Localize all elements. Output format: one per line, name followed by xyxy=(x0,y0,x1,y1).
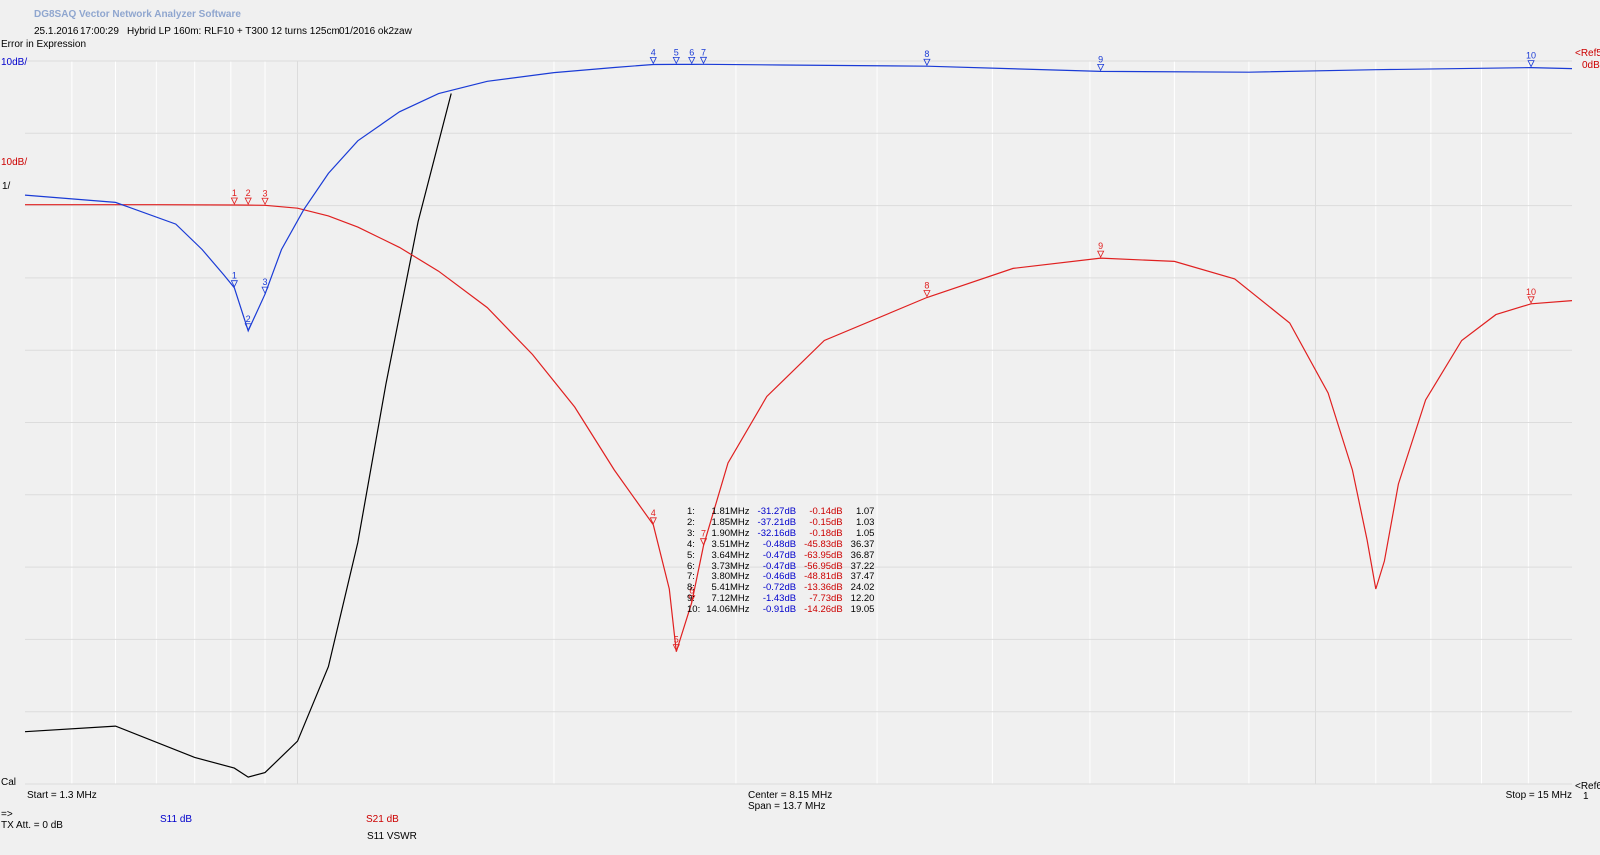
s21-scale-label: 10dB/ xyxy=(1,157,28,168)
start-frequency: Start = 1.3 MHz xyxy=(27,790,97,801)
marker-number-label: 1 xyxy=(232,271,237,281)
marker-s21-triangle xyxy=(244,197,252,205)
marker-s11-cell: -0.91dB xyxy=(762,604,797,616)
marker-idx-cell: 10: xyxy=(687,604,701,616)
marker-s11-triangle xyxy=(923,58,931,67)
marker-s11-triangle xyxy=(649,57,657,65)
marker-number-label: 1 xyxy=(232,188,237,198)
marker-number-label: 6 xyxy=(689,47,694,57)
marker-number-label: 8 xyxy=(924,281,929,291)
center-frequency: Center = 8.15 MHz xyxy=(748,790,833,801)
marker-s11-triangle xyxy=(699,56,708,65)
marker-table: 1: 1.81MHz -31.27dB -0.14dB 1.07 2: 1.85MHz -37… xyxy=(683,506,878,616)
marker-vswr-cell: 36.87 xyxy=(850,549,875,561)
legend-s21-db[interactable]: S21 dB xyxy=(366,814,399,825)
marker-number-label: 4 xyxy=(651,47,656,57)
chart-plot[interactable]: 1122334455667788991010 xyxy=(0,0,1600,855)
marker-number-label: 9 xyxy=(1098,241,1103,251)
vswr-scale-label: 1/ xyxy=(2,181,11,192)
marker-idx-cell: 4: xyxy=(687,538,695,550)
legend-s11-db[interactable]: S11 dB xyxy=(160,814,192,825)
marker-s21-cell: -45.83dB xyxy=(804,538,843,550)
marker-s11-cell: -0.48dB xyxy=(762,538,797,550)
span-frequency: Span = 13.7 MHz xyxy=(748,801,826,812)
marker-number-label: 10 xyxy=(1526,51,1536,61)
tx-attenuation: TX Att. = 0 dB xyxy=(1,820,63,831)
marker-vswr-cell: 36.37 xyxy=(850,538,875,550)
marker-freq-cell: 3.64MHz xyxy=(711,549,750,561)
arrow-indicator: => xyxy=(1,809,13,820)
marker-row: 10: 14.06MHz -0.91dB -14.26dB 19.05 xyxy=(683,604,878,616)
marker-number-label: 5 xyxy=(674,635,679,645)
s11-scale-label: 10dB/ xyxy=(1,57,28,68)
ref6-value: 1 xyxy=(1583,791,1589,802)
marker-number-label: 5 xyxy=(674,47,679,57)
marker-number-label: 9 xyxy=(1098,54,1103,64)
marker-idx-cell: 5: xyxy=(687,549,695,561)
marker-s11-triangle xyxy=(1097,63,1105,72)
marker-s11-triangle xyxy=(688,57,696,65)
marker-number-label: 3 xyxy=(263,188,268,198)
marker-number-label: 4 xyxy=(651,508,656,518)
marker-s11-triangle xyxy=(672,57,680,65)
marker-number-label: 3 xyxy=(263,277,268,287)
cal-label: Cal xyxy=(1,777,17,788)
marker-s21-triangle xyxy=(1527,296,1535,304)
stop-frequency: Stop = 15 MHz xyxy=(1505,790,1572,801)
marker-row: 4: 3.51MHz -0.48dB -45.83dB 36.37 xyxy=(683,538,878,551)
marker-freq-cell: 14.06MHz xyxy=(706,604,750,616)
marker-number-label: 2 xyxy=(246,314,251,324)
marker-number-label: 2 xyxy=(246,188,251,198)
marker-s11-cell: -0.47dB xyxy=(762,549,797,561)
marker-number-label: 10 xyxy=(1526,287,1536,297)
ref5-label: <Ref5 xyxy=(1575,48,1600,59)
trace-s11-vswr xyxy=(24,93,452,778)
marker-number-label: 8 xyxy=(924,49,929,59)
marker-s21-triangle xyxy=(230,197,238,205)
marker-s21-triangle xyxy=(923,290,931,298)
marker-freq-cell: 3.51MHz xyxy=(711,538,750,550)
marker-row: 5: 3.64MHz -0.47dB -63.95dB 36.87 xyxy=(683,549,878,562)
legend-s11-vswr[interactable]: S11 VSWR xyxy=(367,831,417,842)
marker-s21-cell: -14.26dB xyxy=(804,604,843,616)
marker-vswr-cell: 19.05 xyxy=(850,604,875,616)
ref5-value: 0dB xyxy=(1582,60,1600,71)
marker-number-label: 7 xyxy=(701,47,706,57)
marker-s21-cell: -63.95dB xyxy=(804,549,843,561)
trace-s11 xyxy=(24,63,1573,333)
marker-s21-triangle xyxy=(1097,250,1105,259)
